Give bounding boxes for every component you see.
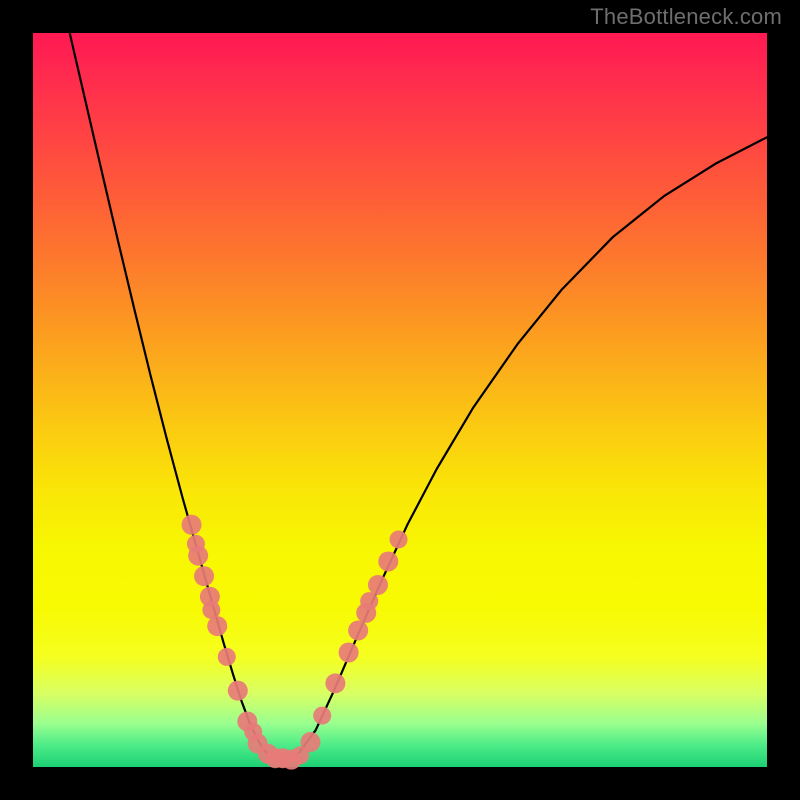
- data-dot: [182, 515, 202, 535]
- data-dot: [390, 530, 408, 548]
- data-dot: [207, 616, 227, 636]
- data-dot: [348, 620, 368, 640]
- data-dot: [313, 707, 331, 725]
- data-dot: [188, 546, 208, 566]
- chart-svg: [33, 33, 767, 767]
- data-dot: [360, 592, 378, 610]
- data-dot: [325, 673, 345, 693]
- black-frame: TheBottleneck.com: [0, 0, 800, 800]
- data-dot: [378, 551, 398, 571]
- data-dot: [194, 566, 214, 586]
- bottleneck-curve: [70, 33, 767, 764]
- data-dot: [339, 643, 359, 663]
- data-dot: [300, 732, 320, 752]
- dots-layer: [182, 515, 408, 770]
- data-dot: [228, 681, 248, 701]
- watermark-text: TheBottleneck.com: [590, 4, 782, 30]
- data-dot: [368, 575, 388, 595]
- data-dot: [218, 648, 236, 666]
- curve-layer: [70, 33, 767, 764]
